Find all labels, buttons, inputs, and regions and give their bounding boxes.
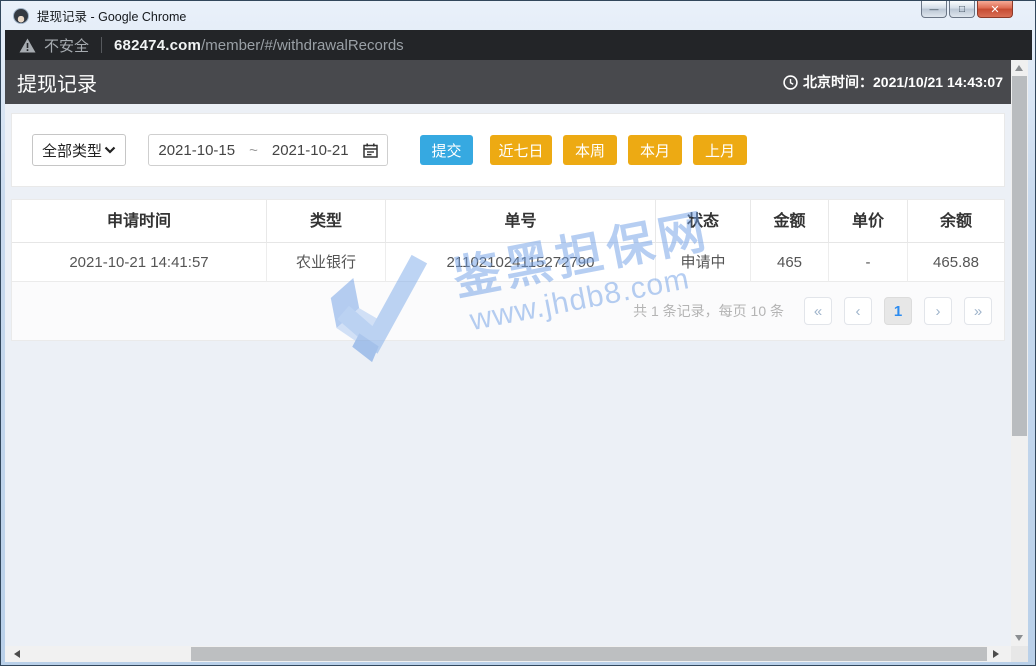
maximize-button[interactable]: □ — [949, 1, 975, 18]
pagination-bar: 共 1 条记录，每页 10 条 « ‹ 1 › » — [12, 282, 1004, 340]
scroll-left-icon[interactable] — [14, 650, 20, 658]
scroll-right-icon[interactable] — [993, 650, 999, 658]
horizontal-scrollbar-thumb[interactable] — [191, 647, 987, 661]
not-secure-label: 不安全 — [44, 35, 89, 56]
cell-type: 农业银行 — [267, 243, 386, 282]
last-page-button[interactable]: » — [964, 297, 992, 325]
url-domain: 682474.com — [114, 37, 201, 54]
clock-icon — [783, 75, 798, 90]
date-end-value: 2021-10-21 — [272, 142, 349, 159]
cell-amount: 465 — [751, 243, 829, 282]
page-1-button[interactable]: 1 — [884, 297, 912, 325]
maximize-icon: □ — [959, 4, 965, 15]
vertical-scrollbar[interactable] — [1011, 60, 1028, 646]
col-header-order-no: 单号 — [386, 200, 656, 243]
next-page-button[interactable]: › — [924, 297, 952, 325]
type-select[interactable]: 全部类型 — [32, 134, 126, 166]
quick-thisweek-button[interactable]: 本周 — [563, 135, 617, 165]
col-header-amount: 金额 — [751, 200, 829, 243]
col-header-balance: 余额 — [908, 200, 1004, 243]
table-header-row: 申请时间 类型 单号 状态 金额 单价 余额 — [12, 200, 1004, 243]
close-button[interactable]: ✕ — [977, 1, 1013, 18]
calendar-icon — [363, 143, 378, 158]
type-select-value: 全部类型 — [42, 140, 102, 161]
horizontal-scrollbar[interactable] — [5, 646, 1011, 662]
quick-last7days-button[interactable]: 近七日 — [490, 135, 552, 165]
scroll-up-icon[interactable] — [1015, 65, 1023, 71]
col-header-type: 类型 — [267, 200, 386, 243]
scrollbar-corner — [1011, 646, 1028, 662]
url-path: /member/#/withdrawalRecords — [201, 37, 404, 54]
pagination-summary: 共 1 条记录，每页 10 条 — [633, 301, 784, 321]
window-titlebar[interactable]: 提现记录 - Google Chrome — □ ✕ — [1, 1, 1036, 30]
minimize-button[interactable]: — — [921, 1, 947, 18]
col-header-apply-time: 申请时间 — [12, 200, 267, 243]
col-header-status: 状态 — [656, 200, 751, 243]
quick-thismonth-button[interactable]: 本月 — [628, 135, 682, 165]
filter-panel: 全部类型 2021-10-15 ~ 2021-10-21 提交 — [11, 113, 1005, 187]
table-row: 2021-10-21 14:41:57 农业银行 211021024115272… — [12, 243, 1004, 282]
cell-unit-price: - — [829, 243, 908, 282]
window-title: 提现记录 - Google Chrome — [37, 6, 186, 25]
prev-page-button[interactable]: ‹ — [844, 297, 872, 325]
cell-apply-time: 2021-10-21 14:41:57 — [12, 243, 267, 282]
date-separator: ~ — [249, 142, 258, 159]
page-header: 提现记录 北京时间：2021/10/21 14:43:07 — [5, 60, 1011, 104]
scroll-down-icon[interactable] — [1015, 635, 1023, 641]
url-separator — [101, 37, 102, 53]
site-favicon-icon — [13, 8, 29, 24]
chevron-down-icon — [104, 146, 116, 154]
beijing-time: 北京时间：2021/10/21 14:43:07 — [783, 72, 1003, 92]
date-range-input[interactable]: 2021-10-15 ~ 2021-10-21 — [148, 134, 388, 166]
col-header-unit-price: 单价 — [829, 200, 908, 243]
window-controls: — □ ✕ — [921, 1, 1013, 18]
page-content: 全部类型 2021-10-15 ~ 2021-10-21 提交 — [5, 104, 1011, 646]
url-bar[interactable]: 不安全 682474.com /member/#/withdrawalRecor… — [5, 30, 1032, 60]
submit-button[interactable]: 提交 — [420, 135, 473, 165]
cell-status: 申请中 — [656, 243, 751, 282]
records-table: 申请时间 类型 单号 状态 金额 单价 余额 2021-10-21 14:41:… — [11, 199, 1005, 341]
first-page-button[interactable]: « — [804, 297, 832, 325]
warning-icon[interactable] — [19, 38, 36, 53]
cell-balance: 465.88 — [908, 243, 1004, 282]
browser-window: 提现记录 - Google Chrome — □ ✕ 不安全 682474.co… — [0, 0, 1036, 666]
beijing-time-label: 北京时间：2021/10/21 14:43:07 — [803, 72, 1003, 92]
cell-order-no: 211021024115272790 — [386, 243, 656, 282]
vertical-scrollbar-thumb[interactable] — [1012, 76, 1027, 436]
date-start-value: 2021-10-15 — [158, 142, 235, 159]
quick-lastmonth-button[interactable]: 上月 — [693, 135, 747, 165]
minimize-icon: — — [930, 4, 939, 14]
close-icon: ✕ — [990, 3, 999, 16]
page-title: 提现记录 — [17, 68, 97, 97]
